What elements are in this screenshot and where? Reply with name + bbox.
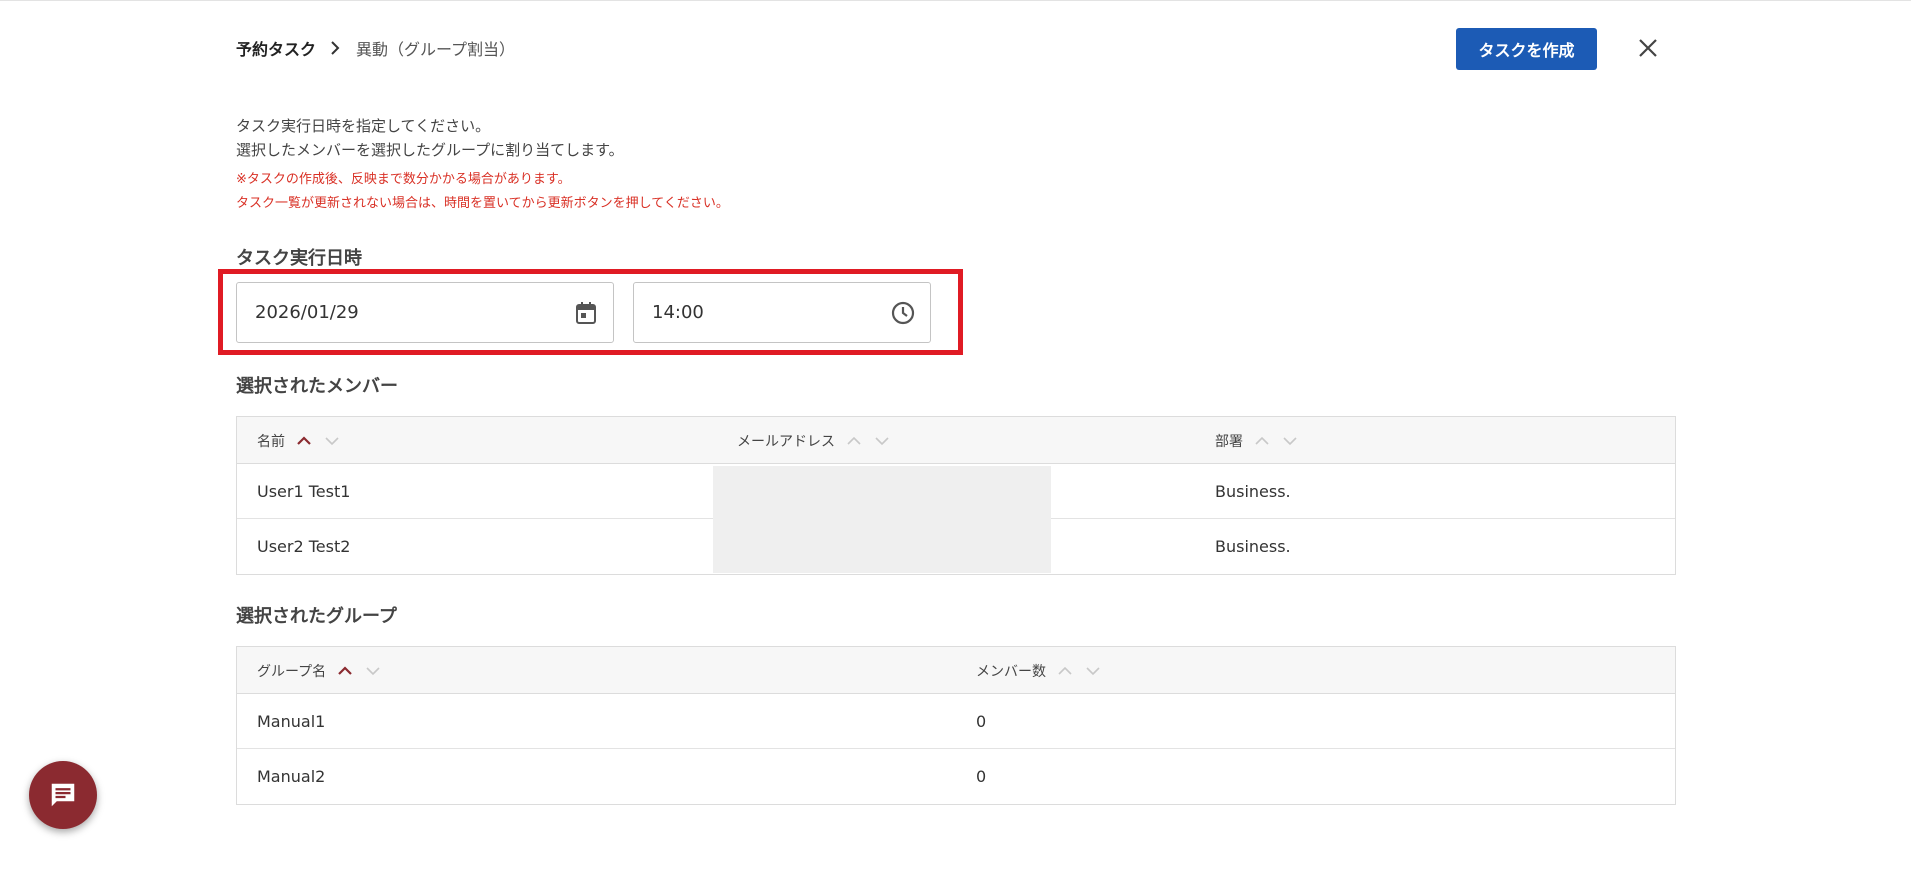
description-line-1: タスク実行日時を指定してください。 xyxy=(236,117,491,135)
group-name: Manual1 xyxy=(257,712,326,731)
group-name: Manual2 xyxy=(257,767,326,786)
warning-note-2: タスク一覧が更新されない場合は、時間を置いてから更新ボタンを押してください。 xyxy=(236,196,729,211)
sort-desc-icon[interactable] xyxy=(1283,436,1297,446)
sort-desc-icon[interactable] xyxy=(325,436,339,446)
column-header-group-name[interactable]: グループ名 xyxy=(257,647,380,694)
sort-desc-icon[interactable] xyxy=(1086,666,1100,676)
member-department: Business. xyxy=(1215,537,1291,556)
column-header-name[interactable]: 名前 xyxy=(257,417,339,464)
chat-icon xyxy=(51,783,75,807)
sort-asc-icon[interactable] xyxy=(1255,436,1269,446)
member-name: User2 Test2 xyxy=(257,537,351,556)
groups-title: 選択されたグループ xyxy=(236,606,397,627)
chevron-right-icon xyxy=(330,40,342,56)
chat-button[interactable] xyxy=(29,761,97,829)
time-value: 14:00 xyxy=(652,302,704,323)
sort-asc-icon[interactable] xyxy=(847,436,861,446)
sort-asc-icon[interactable] xyxy=(338,665,352,676)
column-header-email[interactable]: メールアドレス xyxy=(737,417,889,464)
time-field[interactable]: 14:00 xyxy=(633,282,931,343)
members-table-header: 名前 メールアドレス 部署 xyxy=(237,417,1675,464)
create-task-button[interactable]: タスクを作成 xyxy=(1456,28,1597,70)
member-name: User1 Test1 xyxy=(257,482,351,501)
calendar-icon[interactable] xyxy=(573,300,599,326)
group-member-count: 0 xyxy=(976,767,987,786)
warning-note-1: ※タスクの作成後、反映まで数分かかる場合があります。 xyxy=(236,172,571,187)
member-department: Business. xyxy=(1215,482,1291,501)
group-member-count: 0 xyxy=(976,712,987,731)
date-field[interactable]: 2026/01/29 xyxy=(236,282,614,343)
breadcrumb: 予約タスク 異動（グループ割当） xyxy=(236,36,515,60)
table-row: Manual1 0 xyxy=(237,694,1675,749)
date-value: 2026/01/29 xyxy=(255,302,359,323)
redacted-email-block xyxy=(713,466,1051,573)
sort-desc-icon[interactable] xyxy=(366,666,380,676)
groups-table-header: グループ名 メンバー数 xyxy=(237,647,1675,694)
table-row: Manual2 0 xyxy=(237,749,1675,804)
description-line-2: 選択したメンバーを選択したグループに割り当てします。 xyxy=(236,141,624,159)
description: タスク実行日時を指定してください。 選択したメンバーを選択したグループに割り当て… xyxy=(236,114,624,162)
sort-asc-icon[interactable] xyxy=(297,435,311,446)
schedule-title: タスク実行日時 xyxy=(236,248,362,269)
column-header-member-count[interactable]: メンバー数 xyxy=(976,647,1100,694)
groups-table: グループ名 メンバー数 Manual1 0 Manual2 0 xyxy=(236,646,1676,805)
warning-note: ※タスクの作成後、反映まで数分かかる場合があります。 タスク一覧が更新されない場… xyxy=(236,168,729,216)
top-divider xyxy=(0,0,1911,1)
sort-asc-icon[interactable] xyxy=(1058,666,1072,676)
sort-desc-icon[interactable] xyxy=(875,436,889,446)
close-icon[interactable] xyxy=(1632,32,1664,64)
column-header-department[interactable]: 部署 xyxy=(1215,417,1297,464)
clock-icon[interactable] xyxy=(890,300,916,326)
members-title: 選択されたメンバー xyxy=(236,376,398,397)
breadcrumb-root[interactable]: 予約タスク xyxy=(236,36,316,60)
breadcrumb-current: 異動（グループ割当） xyxy=(356,40,516,59)
